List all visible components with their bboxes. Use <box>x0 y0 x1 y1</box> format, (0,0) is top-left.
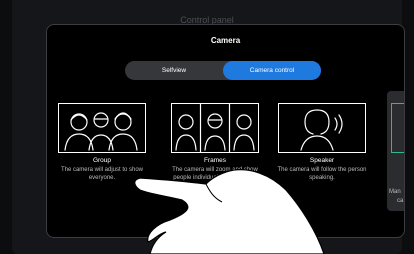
tab-camera-control[interactable]: Camera control <box>223 61 321 80</box>
speaker-icon <box>278 103 366 153</box>
group-icon <box>58 103 146 153</box>
camera-tabs: Selfview Camera control <box>125 61 321 80</box>
frames-icon <box>171 103 259 153</box>
panel-title: Camera <box>210 36 241 45</box>
mode-label: Man <box>389 189 401 195</box>
tab-selfview[interactable]: Selfview <box>125 61 223 80</box>
manual-icon <box>391 103 404 153</box>
pointing-hand <box>110 150 330 254</box>
mode-description: ca <box>397 198 404 204</box>
mode-manual[interactable]: Man ca <box>387 91 404 211</box>
